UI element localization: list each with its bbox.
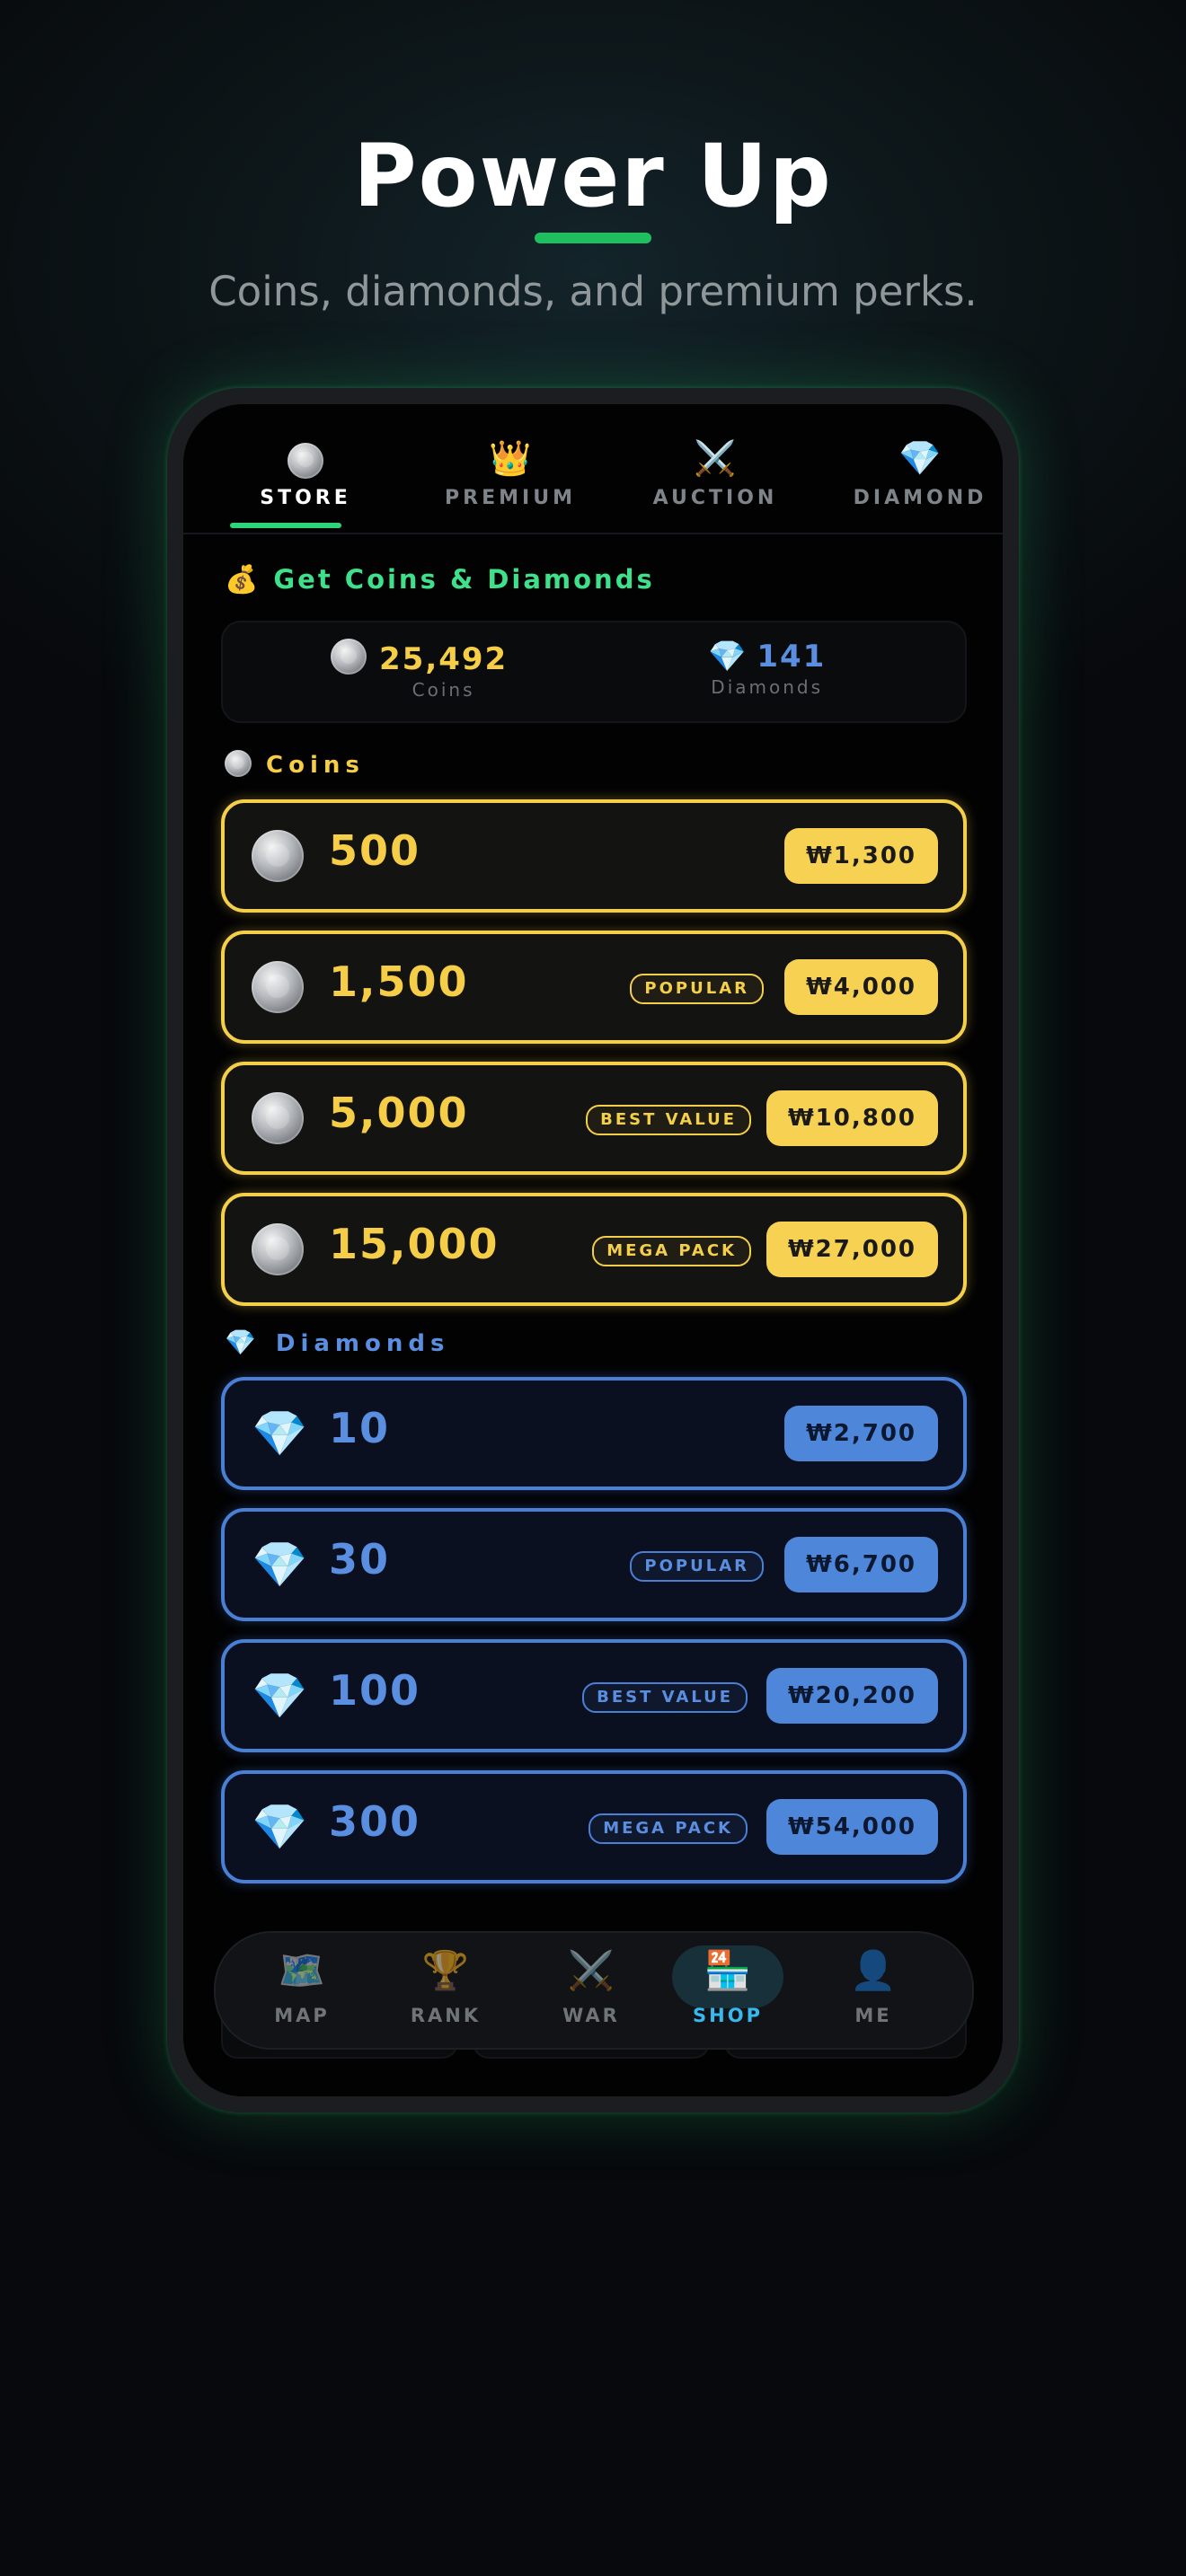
trophy-icon: 🏆 — [421, 1948, 470, 1992]
phone-frame: STORE 👑 PREMIUM ⚔️ AUCTION 💎 DIAMOND 💰 Ge… — [167, 388, 1019, 2113]
buy-button[interactable]: ₩4,000 — [784, 959, 938, 1015]
nav-me[interactable]: 👤 ME — [819, 1945, 927, 2026]
coins-balance: 25,492 Coins — [331, 639, 508, 701]
coin-icon — [225, 438, 386, 480]
pack-amount: 5,000 — [329, 1089, 469, 1137]
diamonds-balance: 💎 141 Diamonds — [708, 639, 826, 698]
buy-button[interactable]: ₩27,000 — [766, 1222, 938, 1277]
diamond-icon: 💎 — [252, 1407, 308, 1460]
pack-badge: BEST VALUE — [582, 1682, 748, 1713]
nav-shop[interactable]: 🏪 SHOP — [674, 1945, 782, 2026]
nav-label: RANK — [410, 2005, 482, 2026]
diamond-icon: 💎 — [708, 639, 747, 675]
coin-pack-15000[interactable]: 15,000 MEGA PACK ₩27,000 — [221, 1193, 967, 1306]
pack-amount: 100 — [329, 1666, 421, 1715]
coin-icon — [252, 830, 304, 882]
pack-amount: 10 — [329, 1404, 391, 1452]
profile-icon: 👤 — [849, 1948, 898, 1992]
hero-title: Power Up — [353, 126, 833, 226]
section-title: Get Coins & Diamonds — [273, 564, 655, 595]
app-screen: STORE 👑 PREMIUM ⚔️ AUCTION 💎 DIAMOND 💰 Ge… — [183, 404, 1003, 2096]
tab-auction[interactable]: ⚔️ AUCTION — [634, 438, 796, 509]
pack-badge: BEST VALUE — [586, 1105, 751, 1135]
diamonds-group-label: 💎 Diamonds — [225, 1328, 449, 1357]
pack-amount: 1,500 — [329, 957, 469, 1006]
diamonds-balance-label: Diamonds — [711, 676, 824, 698]
diamond-pack-30[interactable]: 💎 30 POPULAR ₩6,700 — [221, 1508, 967, 1621]
buy-button[interactable]: ₩2,700 — [784, 1406, 938, 1461]
tab-label: STORE — [260, 487, 351, 509]
nav-label: ME — [854, 2005, 892, 2026]
tab-store[interactable]: STORE — [225, 438, 386, 509]
pack-amount: 500 — [329, 826, 421, 875]
nav-label: WAR — [562, 2005, 620, 2026]
diamond-pack-100[interactable]: 💎 100 BEST VALUE ₩20,200 — [221, 1639, 967, 1752]
buy-button[interactable]: ₩6,700 — [784, 1537, 938, 1592]
coin-pack-500[interactable]: 500 ₩1,300 — [221, 799, 967, 913]
bottom-nav: 🗺️ MAP 🏆 RANK ⚔️ WAR 🏪 SHOP 👤 ME — [214, 1931, 974, 2050]
coin-pack-5000[interactable]: 5,000 BEST VALUE ₩10,800 — [221, 1062, 967, 1175]
crossed-swords-icon: ⚔️ — [694, 438, 737, 478]
diamond-icon: 💎 — [252, 1801, 308, 1853]
map-icon: 🗺️ — [278, 1948, 326, 1992]
nav-map[interactable]: 🗺️ MAP — [248, 1945, 356, 2026]
hero-underline — [535, 233, 651, 243]
pack-amount: 30 — [329, 1535, 391, 1584]
pack-badge: POPULAR — [630, 1551, 764, 1582]
diamond-icon: 💎 — [898, 438, 942, 478]
pack-amount: 15,000 — [329, 1220, 500, 1268]
diamonds-group-title: Diamonds — [275, 1330, 450, 1357]
pack-badge: POPULAR — [630, 974, 764, 1004]
buy-button[interactable]: ₩20,200 — [766, 1668, 938, 1724]
buy-button[interactable]: ₩54,000 — [766, 1799, 938, 1855]
top-tab-bar: STORE 👑 PREMIUM ⚔️ AUCTION 💎 DIAMOND — [183, 404, 1003, 534]
buy-button[interactable]: ₩1,300 — [784, 828, 938, 884]
diamond-icon: 💎 — [252, 1670, 308, 1722]
crossed-swords-icon: ⚔️ — [567, 1948, 615, 1992]
diamond-icon: 💎 — [225, 1328, 261, 1357]
section-heading: 💰 Get Coins & Diamonds — [225, 564, 655, 595]
hero-subtitle: Coins, diamonds, and premium perks. — [208, 268, 978, 315]
coins-group-title: Coins — [266, 752, 365, 779]
tab-label: DIAMOND — [853, 487, 987, 509]
nav-label: MAP — [274, 2005, 330, 2026]
coin-icon — [252, 1223, 304, 1275]
coin-pack-1500[interactable]: 1,500 POPULAR ₩4,000 — [221, 931, 967, 1044]
balance-card: 25,492 Coins 💎 141 Diamonds — [221, 621, 967, 723]
coin-icon — [252, 961, 304, 1013]
tab-label: PREMIUM — [445, 487, 576, 509]
pack-badge: MEGA PACK — [589, 1813, 748, 1844]
pack-badge: MEGA PACK — [592, 1236, 751, 1266]
coin-icon — [252, 1092, 304, 1144]
nav-label: SHOP — [693, 2005, 763, 2026]
nav-rank[interactable]: 🏆 RANK — [392, 1945, 500, 2026]
coins-balance-label: Coins — [412, 679, 475, 701]
convenience-store-icon: 🏪 — [704, 1948, 752, 1992]
active-tab-indicator — [230, 523, 341, 528]
crown-icon: 👑 — [489, 438, 532, 478]
coin-icon — [225, 750, 252, 777]
diamonds-balance-value: 141 — [757, 639, 827, 675]
coin-icon — [331, 639, 367, 675]
diamond-pack-300[interactable]: 💎 300 MEGA PACK ₩54,000 — [221, 1770, 967, 1883]
nav-war[interactable]: ⚔️ WAR — [537, 1945, 645, 2026]
diamond-pack-10[interactable]: 💎 10 ₩2,700 — [221, 1377, 967, 1490]
tab-diamond[interactable]: 💎 DIAMOND — [839, 438, 1001, 509]
coins-balance-value: 25,492 — [379, 641, 509, 677]
tab-premium[interactable]: 👑 PREMIUM — [429, 438, 591, 509]
diamond-icon: 💎 — [252, 1539, 308, 1591]
buy-button[interactable]: ₩10,800 — [766, 1090, 938, 1146]
money-bag-icon: 💰 — [225, 564, 261, 595]
pack-amount: 300 — [329, 1797, 421, 1846]
coins-group-label: Coins — [225, 750, 365, 779]
tab-label: AUCTION — [652, 487, 778, 509]
